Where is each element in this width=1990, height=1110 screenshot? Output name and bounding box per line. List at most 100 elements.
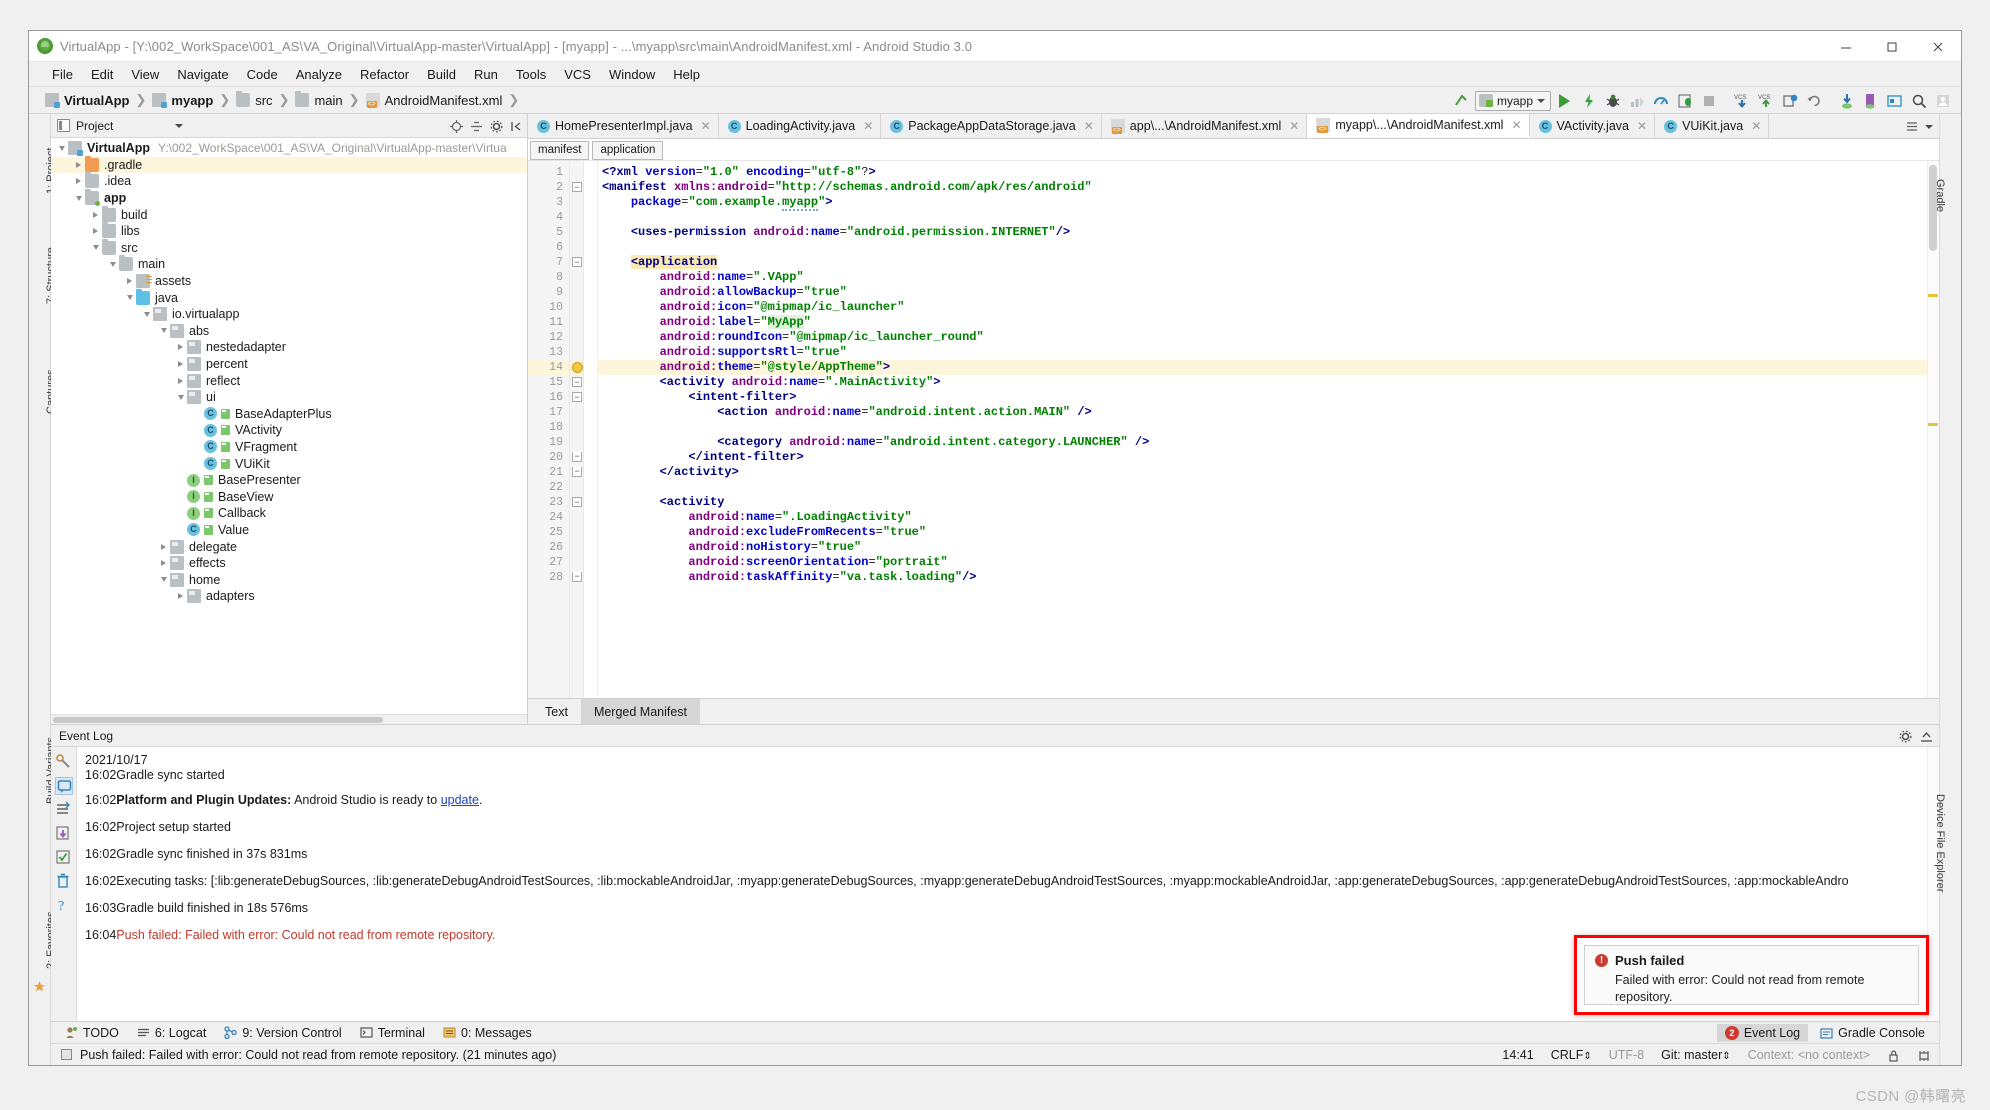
fold-marker[interactable]: − [570,450,583,465]
rail-item-device-file-explorer[interactable]: Device File Explorer [1934,794,1946,892]
apply-changes-icon[interactable] [1578,90,1599,111]
code-folding-gutter[interactable]: −−−−−−−− [570,161,584,698]
user-account-icon[interactable] [1932,90,1953,111]
tree-item-reflect[interactable]: reflect [51,372,527,389]
chevron-down-icon[interactable] [140,312,153,317]
tool-button-logcat[interactable]: 6: Logcat [133,1026,220,1040]
close-icon[interactable]: ✕ [1511,118,1521,132]
tab-list-icon[interactable] [1906,120,1919,133]
warning-stripe[interactable] [1928,294,1938,297]
fold-marker[interactable]: − [570,465,583,480]
close-icon[interactable]: ✕ [863,119,873,133]
tool-button-version-control[interactable]: 9: Version Control [220,1026,355,1040]
fold-marker[interactable]: − [570,570,583,585]
fold-marker[interactable]: − [570,255,583,270]
stop-icon[interactable] [1698,90,1719,111]
editor-vscrollbar[interactable] [1927,161,1939,698]
chevron-down-icon[interactable] [1925,125,1933,129]
hide-panel-icon[interactable] [1920,730,1933,743]
hide-panel-icon[interactable] [510,120,523,133]
menu-vcs[interactable]: VCS [555,65,600,84]
chevron-down-icon[interactable] [89,245,102,250]
close-icon[interactable]: ✕ [701,119,711,133]
code-editor[interactable]: <?xml version="1.0" encoding="utf-8"?><m… [598,161,1939,698]
editor-tab-homepresenterimpl-java[interactable]: CHomePresenterImpl.java✕ [528,114,719,138]
fold-marker[interactable]: − [570,495,583,510]
collapse-all-icon[interactable] [470,120,483,133]
intention-bulb-icon[interactable] [572,362,583,373]
tree-item-java[interactable]: java [51,289,527,306]
tool-button-messages[interactable]: 0: Messages [439,1026,546,1040]
close-icon[interactable]: ✕ [1751,119,1761,133]
project-tree[interactable]: VirtualAppY:\002_WorkSpace\001_AS\VA_Ori… [51,138,527,714]
editor-tab-vactivity-java[interactable]: CVActivity.java✕ [1530,114,1656,138]
tree-item-main[interactable]: main [51,256,527,273]
chevron-down-icon[interactable] [157,328,170,333]
chevron-down-icon[interactable] [72,196,85,201]
tree-item-basepresenter[interactable]: IBasePresenter [51,472,527,489]
chevron-right-icon[interactable] [123,278,136,284]
tree-item-home[interactable]: home [51,571,527,588]
search-everywhere-icon[interactable] [1908,90,1929,111]
close-button[interactable] [1915,31,1961,62]
close-icon[interactable]: ✕ [1084,119,1094,133]
vcs-update-icon[interactable]: VCS [1731,90,1752,111]
tree-item-app[interactable]: app [51,190,527,207]
breadcrumb-virtualapp[interactable]: VirtualApp [45,93,130,108]
tree-item-ui[interactable]: ui [51,389,527,406]
caret-position[interactable]: 14:41 [1502,1048,1533,1062]
tree-item-delegate[interactable]: delegate [51,538,527,555]
tool-button-terminal[interactable]: Terminal [356,1026,439,1040]
scrollbar-thumb[interactable] [53,717,383,723]
tab-merged-manifest[interactable]: Merged Manifest [581,699,700,724]
chevron-down-icon[interactable] [174,395,187,400]
line-separator[interactable]: CRLF⇕ [1551,1048,1592,1062]
chevron-right-icon[interactable] [157,544,170,550]
editor-tab-vuikit-java[interactable]: CVUiKit.java✕ [1655,114,1769,138]
menu-refactor[interactable]: Refactor [351,65,418,84]
run-configuration-selector[interactable]: myapp [1475,91,1551,111]
tree-item-adapters[interactable]: adapters [51,588,527,605]
editor-tabs[interactable]: CHomePresenterImpl.java✕CLoadingActivity… [528,114,1939,139]
menu-edit[interactable]: Edit [82,65,122,84]
minimize-button[interactable] [1823,31,1869,62]
menu-code[interactable]: Code [238,65,287,84]
menu-tools[interactable]: Tools [507,65,555,84]
rail-item-gradle[interactable]: Gradle [1934,179,1946,212]
close-icon[interactable]: ✕ [1289,119,1299,133]
git-branch[interactable]: Git: master⇕ [1661,1048,1731,1062]
structure-crumb-application[interactable]: application [592,141,663,160]
run-coverage-icon[interactable] [1626,90,1647,111]
breadcrumb-myapp[interactable]: myapp [152,93,213,108]
chevron-right-icon[interactable] [174,593,187,599]
chevron-right-icon[interactable] [157,560,170,566]
editor-mode-tabs[interactable]: Text Merged Manifest [528,698,1939,724]
structure-crumb-manifest[interactable]: manifest [530,141,589,160]
locate-icon[interactable] [450,120,463,133]
undo-icon[interactable] [1803,90,1824,111]
editor-tab-loadingactivity-java[interactable]: CLoadingActivity.java✕ [719,114,882,138]
tree-item-percent[interactable]: percent [51,356,527,373]
tree-item-callback[interactable]: ICallback [51,505,527,522]
tree-item-build[interactable]: build [51,206,527,223]
tree-item-abs[interactable]: abs [51,323,527,340]
tree-item-nestedadapter[interactable]: nestedadapter [51,339,527,356]
vcs-history-icon[interactable] [1779,90,1800,111]
chevron-right-icon[interactable] [89,228,102,234]
menu-build[interactable]: Build [418,65,465,84]
tool-button-event-log[interactable]: 2 Event Log [1717,1024,1808,1042]
memory-icon[interactable] [1917,1049,1931,1062]
tree-item-assets[interactable]: assets [51,273,527,290]
update-link[interactable]: update [441,793,479,807]
back-arrow-icon[interactable] [1451,90,1472,111]
gear-icon[interactable] [490,120,503,133]
settings-icon[interactable] [55,753,73,771]
breadcrumb-main[interactable]: main [295,93,342,108]
tree-item-vuikit[interactable]: CVUiKit [51,455,527,472]
project-structure-icon[interactable] [1884,90,1905,111]
tool-button-todo[interactable]: TODO [61,1026,133,1040]
maximize-button[interactable] [1869,31,1915,62]
menu-navigate[interactable]: Navigate [168,65,237,84]
push-failed-notification[interactable]: ! Push failed Failed with error: Could n… [1574,935,1929,1015]
chevron-down-icon[interactable] [123,295,136,300]
